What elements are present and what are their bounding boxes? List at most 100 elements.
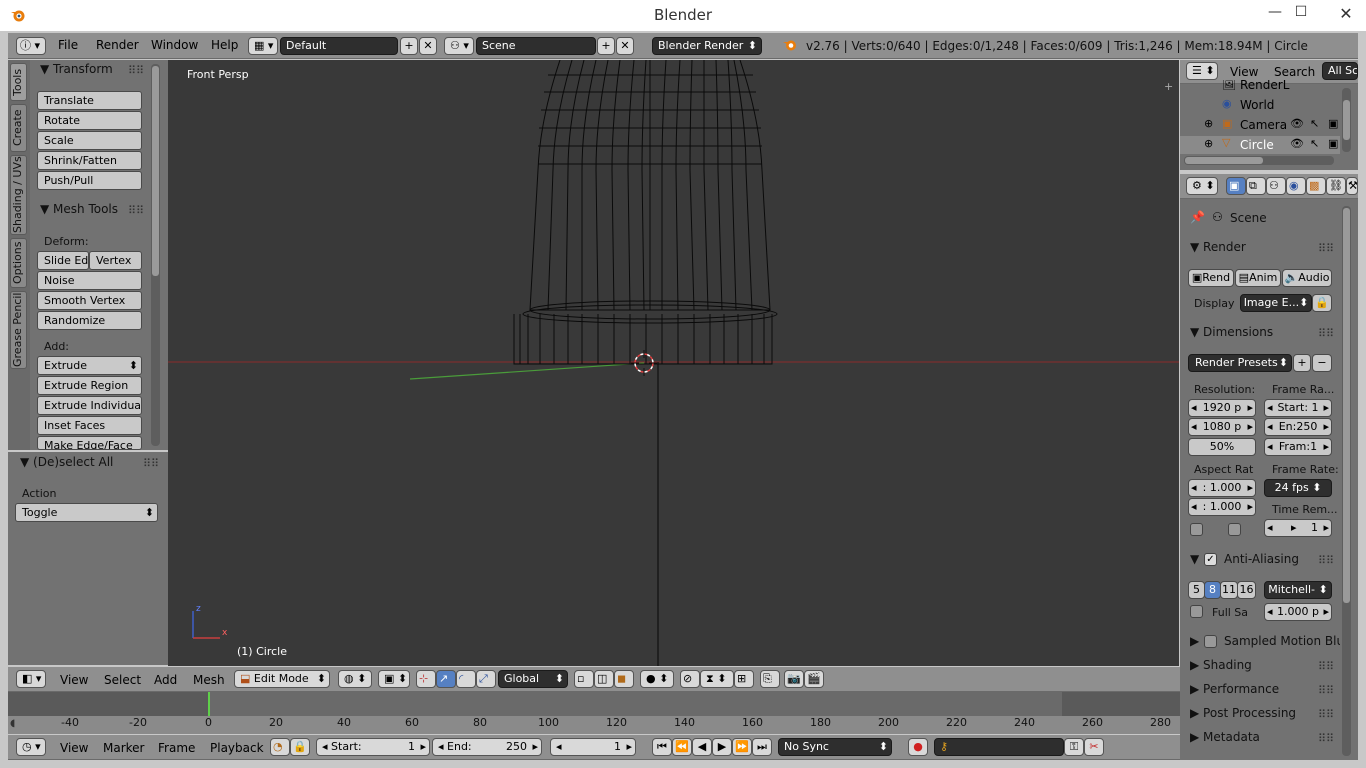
filter-size-field[interactable]: ◂ 1.000 p ▸ <box>1264 603 1332 621</box>
start-frame-field[interactable]: ◂ Start: 1 ▸ <box>316 738 430 756</box>
aa-samples-5[interactable]: 5 <box>1188 581 1205 599</box>
rotate-button[interactable]: Rotate <box>37 111 142 130</box>
snap-target-button[interactable]: ⊞ <box>734 670 754 688</box>
render-animation-button[interactable]: ▤Anim <box>1235 269 1281 287</box>
extrude-individual-button[interactable]: Extrude Individual <box>37 396 142 415</box>
aa-samples-16[interactable]: 16 <box>1237 581 1256 599</box>
snap-element-select[interactable]: ⧗ ⬍ <box>700 670 734 688</box>
outliner-row-circle[interactable]: ⊕ ▽ Circle 👁 ↖ ▣ <box>1180 136 1340 154</box>
motion-blur-checkbox[interactable] <box>1204 635 1217 648</box>
play-reverse-button[interactable]: ◀ <box>692 738 712 756</box>
post-processing-panel-header[interactable]: ▶ Post Processing <box>1190 706 1296 720</box>
action-select[interactable]: Toggle ⬍ <box>15 503 158 522</box>
add-layout-button[interactable]: + <box>400 37 418 55</box>
expand-icon[interactable]: ⊕ <box>1204 137 1213 150</box>
frame-start-field[interactable]: ◂ Start: 1 ▸ <box>1264 399 1332 417</box>
menu-file[interactable]: File <box>58 38 78 52</box>
render-toggle-icon[interactable]: ▣ <box>1328 117 1338 130</box>
shrink-fatten-button[interactable]: Shrink/Fatten <box>37 151 142 170</box>
editor-type-properties-button[interactable]: ⚙ ⬍ <box>1186 177 1218 195</box>
scale-button[interactable]: Scale <box>37 131 142 150</box>
drag-grip-icon[interactable]: ⠿⠿ <box>143 457 159 470</box>
drag-grip-icon[interactable]: ⠿⠿ <box>128 64 144 77</box>
viewport-canvas[interactable] <box>168 60 1179 666</box>
anti-aliasing-checkbox[interactable]: ✓ <box>1204 553 1217 566</box>
preview-range-button[interactable]: ◔ <box>270 738 290 756</box>
push-pull-button[interactable]: Push/Pull <box>37 171 142 190</box>
view3d-menu-add[interactable]: Add <box>154 673 177 687</box>
resolution-y-field[interactable]: ◂ 1080 p ▸ <box>1188 418 1256 436</box>
scrollbar-thumb[interactable] <box>1343 208 1350 603</box>
menu-help[interactable]: Help <box>211 38 238 52</box>
motion-blur-panel-header[interactable]: ▶ <box>1190 634 1199 648</box>
tab-grease-pencil[interactable]: Grease Pencil <box>10 291 27 369</box>
performance-panel-header[interactable]: ▶ Performance <box>1190 682 1279 696</box>
tab-shading-uvs[interactable]: Shading / UVs <box>10 155 27 235</box>
view3d-menu-select[interactable]: Select <box>104 673 141 687</box>
jump-end-button[interactable]: ⏭ <box>752 738 772 756</box>
timeline-menu-frame[interactable]: Frame <box>158 741 195 755</box>
tab-world[interactable]: ◉ <box>1286 177 1306 195</box>
opengl-render-anim-button[interactable]: 🎬 <box>804 670 824 688</box>
translate-button[interactable]: Translate <box>37 91 142 110</box>
rotate-manipulator-button[interactable]: ◜ <box>456 670 476 688</box>
editor-type-info-button[interactable]: ⓘ ▾ <box>16 37 46 55</box>
proportional-edit-select[interactable]: ● ⬍ <box>640 670 674 688</box>
eye-icon[interactable]: 👁 <box>1290 137 1304 150</box>
insert-keyframe-button[interactable]: ⚿ <box>1064 738 1084 756</box>
tab-object[interactable]: ▩ <box>1306 177 1326 195</box>
inset-faces-button[interactable]: Inset Faces <box>37 416 142 435</box>
scale-manipulator-button[interactable]: ⤢ <box>476 670 496 688</box>
vertex-slide-button[interactable]: Vertex <box>89 251 142 270</box>
outliner-filter-select[interactable]: All Sc <box>1322 62 1358 80</box>
expand-icon[interactable]: ⊕ <box>1204 117 1213 130</box>
screen-layout-field[interactable]: Default <box>280 37 398 55</box>
timeline-menu-marker[interactable]: Marker <box>103 741 144 755</box>
delete-keyframe-button[interactable]: ✂ <box>1084 738 1104 756</box>
render-button[interactable]: ▣Rend <box>1188 269 1234 287</box>
aa-samples-11[interactable]: 11 <box>1220 581 1238 599</box>
extrude-dropdown[interactable]: Extrude ⬍ <box>37 356 142 375</box>
scene-icon-button[interactable]: ⚇ ▾ <box>444 37 474 55</box>
properties-scrollbar[interactable] <box>1342 206 1351 756</box>
outliner-row-world[interactable]: ◉ World <box>1180 96 1340 114</box>
add-preset-button[interactable]: + <box>1293 354 1311 372</box>
screen-layout-icon-button[interactable]: ▦ ▾ <box>248 37 278 55</box>
dimensions-panel-header[interactable]: ▼ Dimensions <box>1190 325 1273 339</box>
drag-grip-icon[interactable]: ⠿⠿ <box>1318 327 1334 340</box>
vertex-select-mode-button[interactable]: ▫ <box>574 670 594 688</box>
audio-button[interactable]: 🔈Audio <box>1282 269 1332 287</box>
jump-start-button[interactable]: ⏮ <box>652 738 672 756</box>
eye-icon[interactable]: 👁 <box>1290 117 1304 130</box>
snap-toggle-button[interactable]: ⊘ <box>680 670 700 688</box>
render-presets-select[interactable]: Render Presets ⬍ <box>1188 354 1292 372</box>
shading-panel-header[interactable]: ▶ Shading <box>1190 658 1252 672</box>
end-frame-field[interactable]: ◂ End: 250 ▸ <box>432 738 542 756</box>
deselect-all-panel-header[interactable]: ▼ (De)select All <box>20 455 113 469</box>
play-button[interactable]: ▶ <box>712 738 732 756</box>
timeline-ruler[interactable] <box>8 716 1180 734</box>
scrollbar-thumb[interactable] <box>1343 100 1350 140</box>
close-button[interactable]: ✕ <box>1326 4 1366 24</box>
remove-layout-button[interactable]: ✕ <box>419 37 437 55</box>
aspect-x-field[interactable]: ◂: 1.000 ▸ <box>1188 479 1256 497</box>
menu-window[interactable]: Window <box>151 38 198 52</box>
drag-grip-icon[interactable]: ⠿⠿ <box>1318 732 1334 745</box>
extrude-region-button[interactable]: Extrude Region <box>37 376 142 395</box>
pin-icon[interactable]: 📌 <box>1190 210 1205 224</box>
editor-type-3d-button[interactable]: ◧ ▾ <box>16 670 46 688</box>
border-checkbox[interactable] <box>1190 523 1203 536</box>
view3d-menu-view[interactable]: View <box>60 673 88 687</box>
timeline-menu-view[interactable]: View <box>60 741 88 755</box>
tool-shelf-scrollbar[interactable] <box>151 64 160 446</box>
pivot-point-select[interactable]: ▣ ⬍ <box>378 670 410 688</box>
outliner-hscrollbar[interactable] <box>1184 156 1334 165</box>
outliner-row-camera[interactable]: ⊕ ▣ Camera 👁 ↖ ▣ <box>1180 116 1340 134</box>
transform-panel-header[interactable]: ▼ Transform <box>40 62 113 76</box>
view3d-menu-mesh[interactable]: Mesh <box>193 673 225 687</box>
drag-grip-icon[interactable]: ⠿⠿ <box>128 204 144 217</box>
slide-edge-button[interactable]: Slide Ed <box>37 251 89 270</box>
bell-mesh-wireframe[interactable] <box>513 60 778 365</box>
drag-grip-icon[interactable]: ⠿⠿ <box>1318 242 1334 255</box>
lock-interface-button[interactable]: 🔒 <box>1312 294 1332 312</box>
